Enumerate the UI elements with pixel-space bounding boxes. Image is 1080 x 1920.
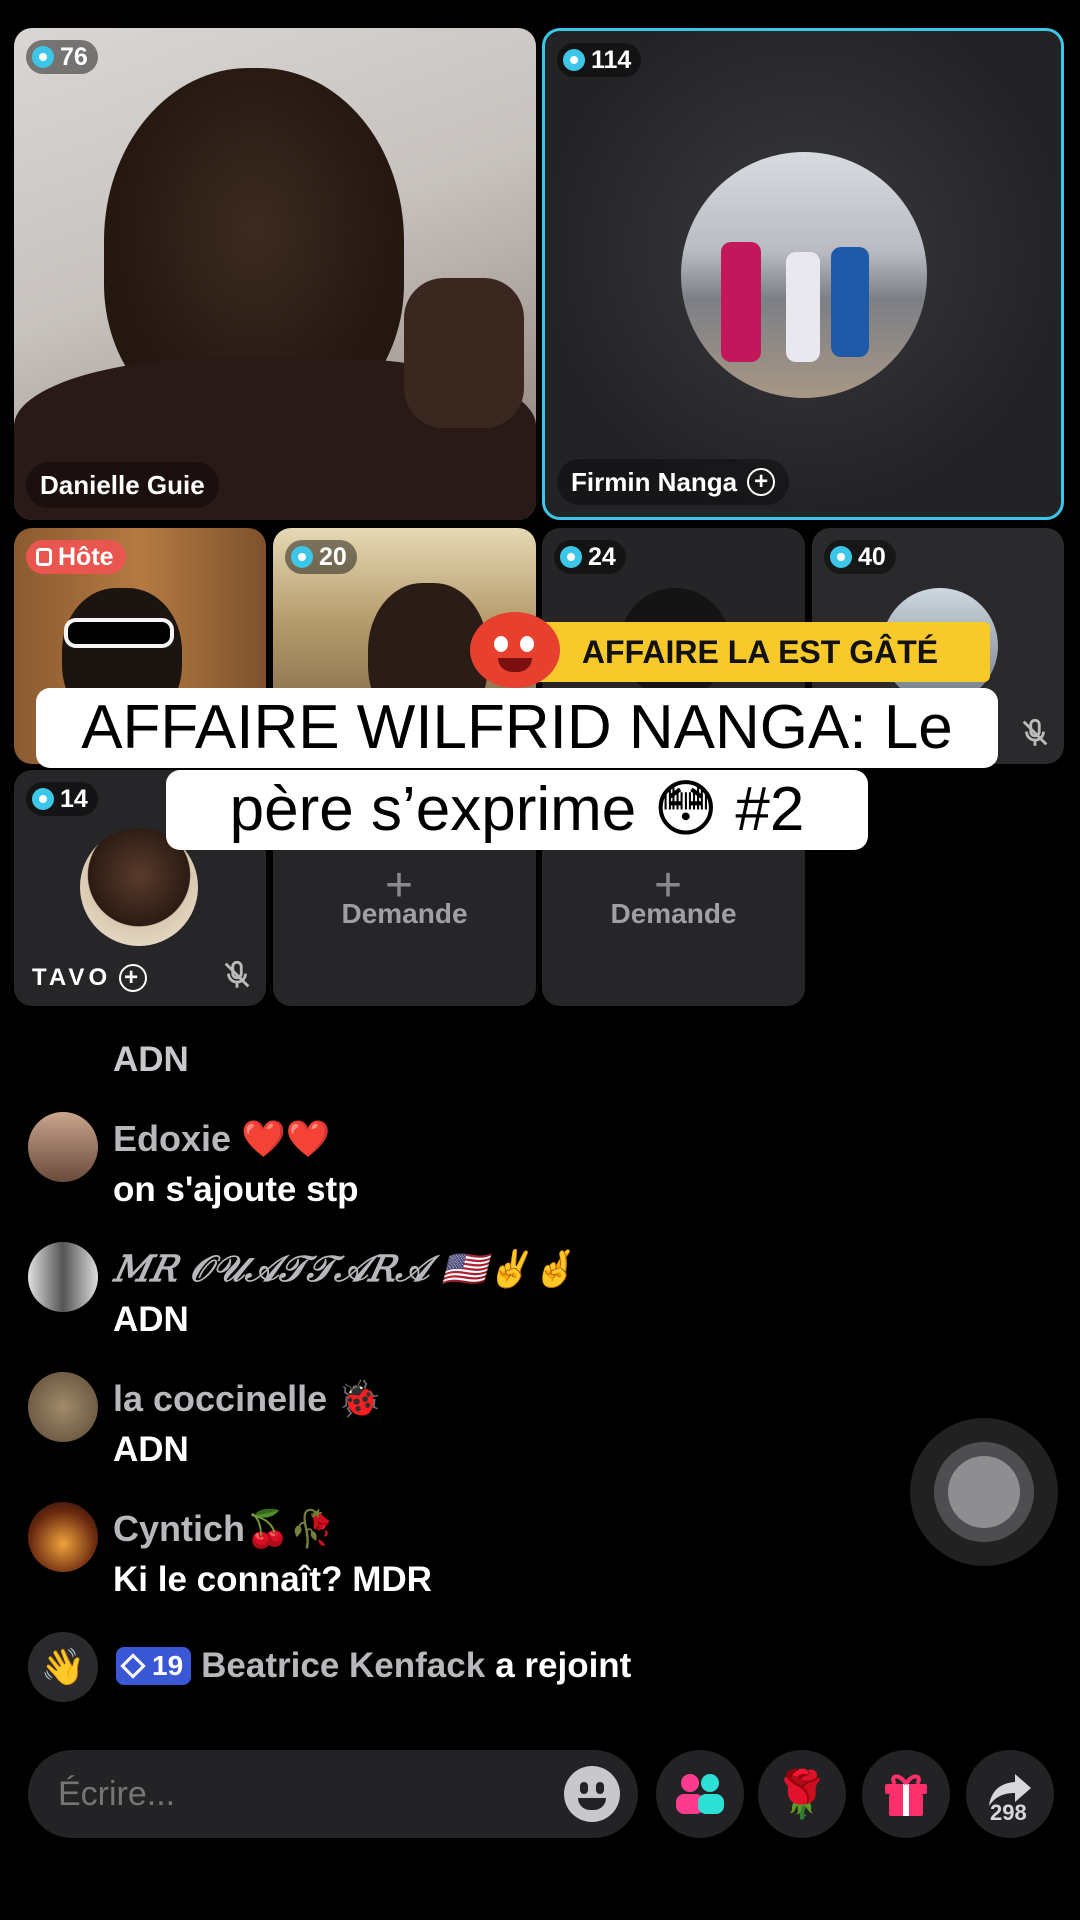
rose-icon: 🌹 [773,1767,831,1820]
user-avatar[interactable] [28,1372,98,1442]
viewer-count-badge: 76 [26,40,98,74]
chat-message: 𝑀𝑅 𝒪𝒰𝒜𝒯𝒯𝒜𝑅𝒜 🇺🇸✌️🤞 ADN [28,1242,928,1352]
participant-name: Danielle Guie [40,469,205,500]
participant-name-pill: Danielle Guie [26,462,219,508]
participant-tile[interactable]: 76 Danielle Guie [14,28,536,520]
join-line: 19 Beatrice Kenfack a rejoint [116,1646,631,1686]
invite-guests-button[interactable] [656,1750,744,1838]
request-slot-label: Demande [610,898,737,929]
chat-message-text: Ki le connaît? MDR [113,1560,432,1599]
participant-video [404,278,524,428]
chat-username[interactable]: Cyntich🍒🥀 [113,1508,335,1550]
chat-message: la coccinelle 🐞 ADN [28,1372,928,1482]
participant-avatar [681,152,927,398]
user-avatar[interactable] [28,1242,98,1312]
sticker-banner: AFFAIRE LA EST GÂTÉ [530,622,990,682]
floating-assist-button[interactable] [910,1418,1058,1566]
gift-button[interactable] [862,1750,950,1838]
chat-message: ADN [28,1010,928,1080]
participant-name-pill[interactable]: Firmin Nanga + [557,459,790,505]
viewer-count-badge: 14 [26,782,98,816]
participant-name-pill[interactable]: TAVO + [32,964,148,992]
viewer-count-badge: 24 [554,540,626,574]
chat-username[interactable]: la coccinelle 🐞 [113,1378,382,1420]
chat-username[interactable]: Edoxie ❤️❤️ [113,1118,331,1160]
viewer-count: 24 [588,542,616,571]
comment-field[interactable] [58,1750,538,1838]
sticker-overlay: AFFAIRE LA EST GÂTÉ [470,612,990,688]
avatar-photo [831,247,869,357]
join-notification: 👋 19 Beatrice Kenfack a rejoint [28,1632,928,1702]
follow-plus-icon[interactable]: + [747,468,776,496]
people-icon [676,1774,724,1814]
viewer-count: 114 [591,45,632,74]
viewer-icon [560,546,582,568]
host-label: Hôte [58,542,114,571]
share-count: 298 [990,1800,1027,1825]
participant-name: Firmin Nanga [571,466,738,497]
viewer-count-badge: 114 [557,43,642,77]
request-slot-label: Demande [341,898,468,929]
level-number: 19 [152,1650,184,1681]
user-avatar[interactable] [28,1502,98,1572]
mic-off-icon [224,960,250,988]
floating-assist-inner [934,1442,1034,1542]
chat-message-text: ADN [113,1040,189,1079]
viewer-count-badge: 40 [824,540,896,574]
host-badge: Hôte [26,540,126,574]
rose-gift-button[interactable]: 🌹 [758,1750,846,1838]
viewer-count: 20 [319,542,347,571]
viewer-icon [32,788,54,810]
chat-message: Edoxie ❤️❤️ on s'ajoute stp [28,1112,928,1222]
avatar-photo [721,242,761,362]
mic-off-icon [1022,718,1048,746]
viewer-count: 76 [60,42,88,71]
avatar-photo [786,252,820,362]
wave-hand-icon: 👋 [28,1632,98,1702]
viewer-icon [32,46,54,68]
share-button[interactable]: 298 [966,1750,1054,1838]
chat-message-text: ADN [113,1430,189,1469]
chat-message-text: ADN [113,1300,189,1339]
viewer-count: 14 [60,784,88,813]
viewer-icon [563,49,585,71]
gift-icon [885,1774,927,1816]
joined-username[interactable]: Beatrice Kenfack [201,1646,485,1686]
emoji-icon[interactable] [564,1766,620,1822]
diamond-icon [120,1653,146,1679]
user-avatar[interactable] [28,1112,98,1182]
level-badge: 19 [116,1647,192,1685]
caption-line-1: AFFAIRE WILFRID NANGA: Le [36,688,998,768]
lock-icon [36,548,52,566]
viewer-icon [830,546,852,568]
participant-name: TAVO [32,964,112,991]
follow-plus-icon[interactable]: + [119,964,148,992]
caption-line-2: père s’exprime 😳 #2 [166,770,868,850]
participant-tile[interactable]: 114 Firmin Nanga + [542,28,1064,520]
join-action-text: a rejoint [495,1646,632,1685]
chat-message-text: on s'ajoute stp [113,1170,359,1209]
viewer-icon [291,546,313,568]
chat-username[interactable]: 𝑀𝑅 𝒪𝒰𝒜𝒯𝒯𝒜𝑅𝒜 🇺🇸✌️🤞 [113,1248,576,1291]
chat-message: Cyntich🍒🥀 Ki le connaît? MDR [28,1502,928,1612]
viewer-count: 40 [858,542,886,571]
mascot-sticker-icon [470,612,560,688]
comment-input[interactable] [28,1750,638,1838]
viewer-count-badge: 20 [285,540,357,574]
sunglasses-shape [64,618,174,648]
